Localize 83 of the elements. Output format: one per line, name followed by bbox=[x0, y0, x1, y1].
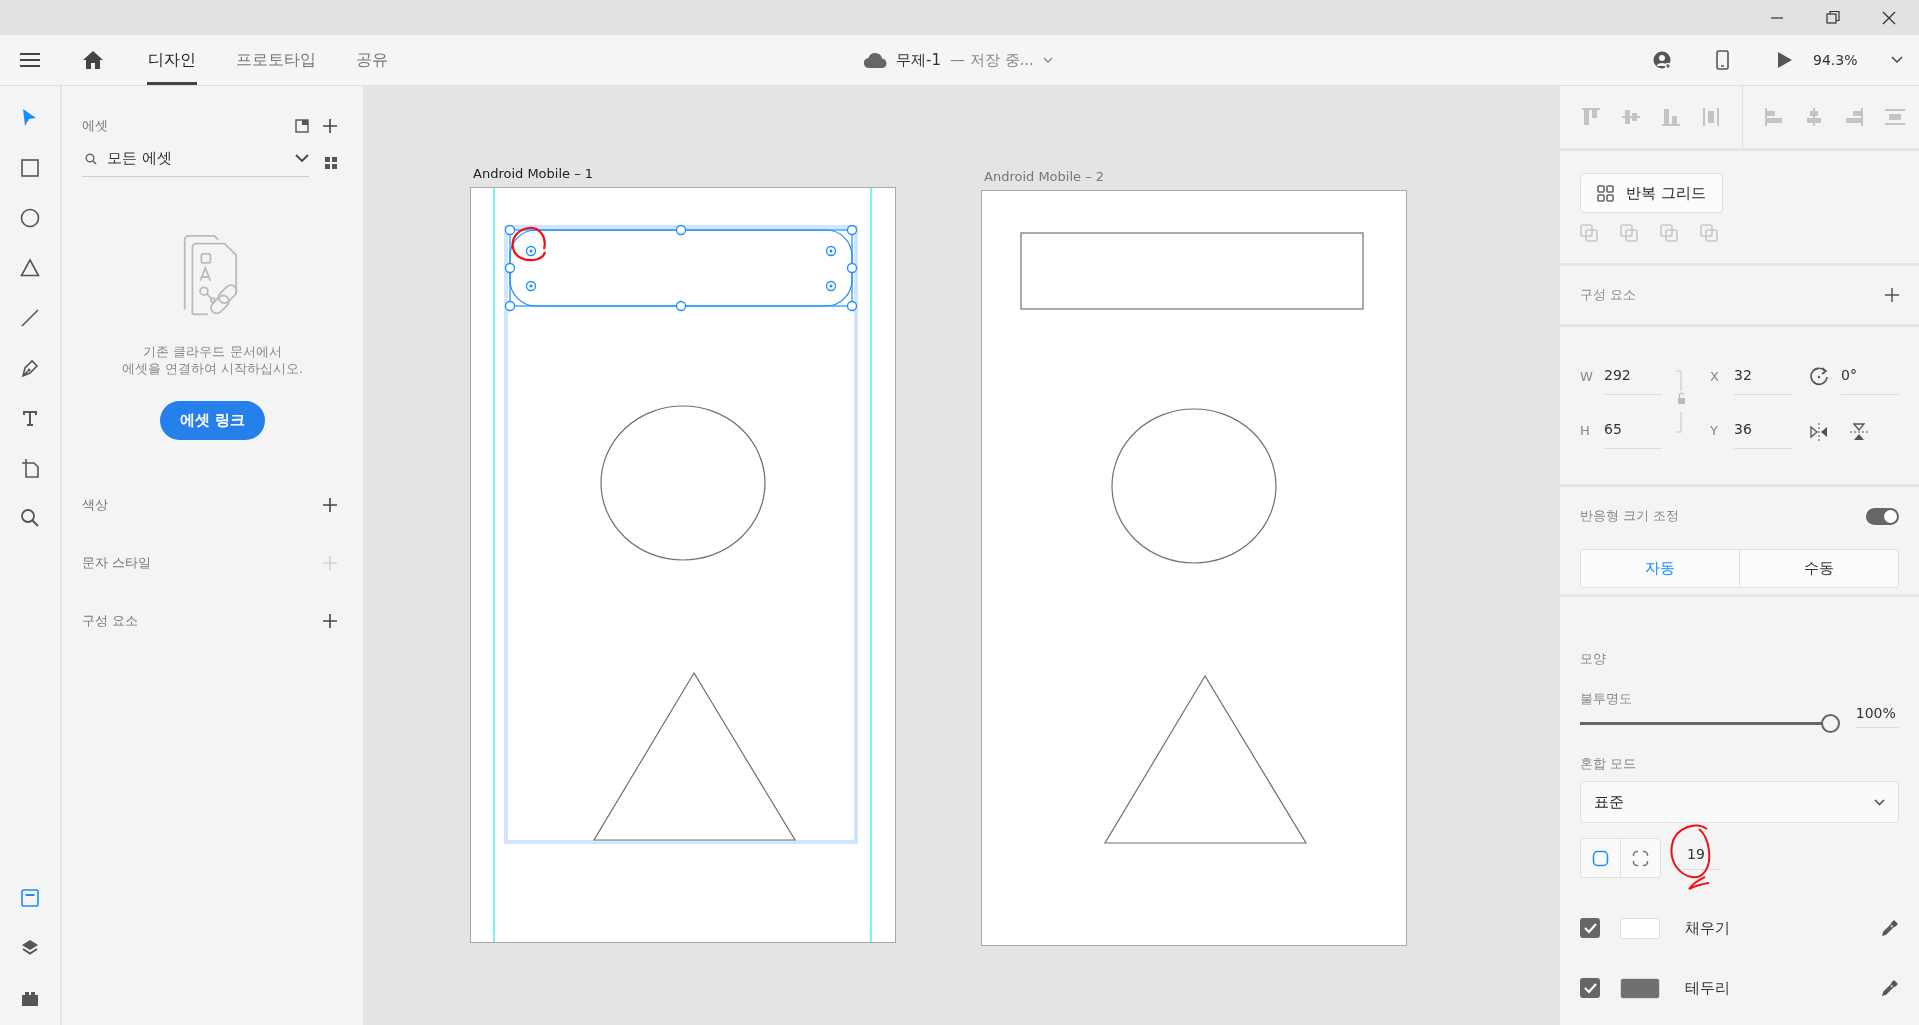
caret-icon[interactable] bbox=[1891, 56, 1903, 64]
close-icon[interactable] bbox=[1881, 9, 1897, 26]
search-icon bbox=[85, 152, 97, 165]
field-label: W bbox=[1580, 368, 1592, 384]
panel-icon[interactable] bbox=[20, 888, 40, 908]
check-icon bbox=[1582, 921, 1598, 935]
color-swatch[interactable] bbox=[1620, 977, 1660, 999]
tab[interactable]: 프로토타입 bbox=[235, 35, 317, 85]
add-icon[interactable] bbox=[323, 119, 337, 133]
radius-handle bbox=[825, 245, 837, 257]
corners-icon bbox=[1632, 849, 1649, 867]
chevron-down-icon[interactable] bbox=[295, 154, 309, 163]
field-label: Y bbox=[1710, 422, 1719, 438]
artboard-title[interactable]: Android Mobile – 1 bbox=[473, 166, 896, 181]
document-title: 무제-1 bbox=[896, 50, 941, 70]
grid-view-icon[interactable] bbox=[325, 157, 337, 169]
search-icon[interactable] bbox=[20, 508, 40, 528]
pen-icon[interactable] bbox=[20, 358, 40, 378]
artboard-title[interactable]: Android Mobile – 2 bbox=[984, 169, 1407, 184]
zoom-level[interactable]: 94.3% bbox=[1813, 52, 1891, 68]
radius-handle bbox=[525, 245, 537, 257]
input-field[interactable]: 19 bbox=[1679, 838, 1719, 870]
phone-icon[interactable] bbox=[1716, 50, 1729, 70]
opacity-slider[interactable] bbox=[1580, 714, 1840, 733]
input-field[interactable]: 100% bbox=[1855, 705, 1899, 728]
field-label: 혼합 모드 bbox=[1580, 755, 1637, 773]
ellipse-icon[interactable] bbox=[20, 208, 40, 228]
input-field[interactable]: 65 bbox=[1604, 421, 1662, 449]
save-status: — 저장 중... bbox=[949, 50, 1034, 70]
menu-icon[interactable] bbox=[20, 52, 40, 68]
check-icon bbox=[1582, 981, 1598, 995]
section-label: 문자 스타일 bbox=[82, 554, 152, 572]
triangle-icon[interactable] bbox=[20, 258, 40, 278]
rectangle-icon[interactable] bbox=[20, 158, 40, 178]
add-icon[interactable] bbox=[323, 614, 337, 628]
field-label: H bbox=[1580, 422, 1591, 438]
checkbox[interactable] bbox=[1580, 918, 1600, 938]
eyedropper-icon[interactable] bbox=[1881, 919, 1899, 937]
open-window-icon[interactable] bbox=[295, 119, 309, 133]
slider-thumb[interactable] bbox=[1820, 714, 1840, 733]
field-label: 불투명도 bbox=[1580, 690, 1632, 708]
rounded-square-icon bbox=[1592, 849, 1609, 867]
empty-state-message: 기존 클라우드 문서에서 에셋을 연결하여 시작하십시오. bbox=[121, 343, 304, 377]
flip-horizontal-icon[interactable] bbox=[1810, 423, 1828, 441]
toggle-switch[interactable] bbox=[1866, 507, 1899, 525]
paint-label: 채우기 bbox=[1685, 918, 1731, 938]
panel-title: 에셋 bbox=[82, 117, 108, 135]
section-label: 구성 요소 bbox=[1580, 286, 1637, 304]
radius-handle bbox=[525, 280, 537, 292]
input-field[interactable]: 292 bbox=[1604, 367, 1662, 395]
link-assets-button[interactable]: 에셋 링크 bbox=[159, 401, 266, 440]
text-tool-icon[interactable] bbox=[20, 408, 40, 428]
restore-icon[interactable] bbox=[1825, 10, 1841, 25]
play-icon[interactable] bbox=[1777, 51, 1793, 69]
radius-handle bbox=[825, 280, 837, 292]
add-icon[interactable] bbox=[1885, 288, 1899, 302]
field-label: X bbox=[1710, 368, 1720, 384]
eyedropper-icon[interactable] bbox=[1881, 979, 1899, 997]
input-field[interactable]: 0° bbox=[1841, 367, 1899, 395]
flip-vertical-icon[interactable] bbox=[1850, 423, 1868, 441]
section-title: 모양 bbox=[1580, 650, 1606, 668]
color-swatch[interactable] bbox=[1620, 917, 1660, 939]
add-icon[interactable] bbox=[323, 498, 337, 512]
section-label: 구성 요소 bbox=[82, 612, 139, 630]
rotate-icon[interactable] bbox=[1810, 367, 1829, 386]
line-icon[interactable] bbox=[20, 308, 40, 328]
section-label: 반응형 크기 조정 bbox=[1580, 507, 1680, 525]
paint-label: 테두리 bbox=[1685, 978, 1731, 998]
cloud-icon bbox=[864, 51, 887, 69]
section-label: 색상 bbox=[82, 496, 108, 514]
chevron-down-icon bbox=[1874, 798, 1885, 806]
grid-icon bbox=[1597, 184, 1614, 202]
user-add-icon[interactable] bbox=[1653, 50, 1672, 70]
checkbox[interactable] bbox=[1580, 978, 1600, 998]
repeat-grid-button[interactable]: 반복 그리드 bbox=[1580, 173, 1723, 213]
segment-button[interactable]: 수동 bbox=[1739, 550, 1898, 587]
artboard-icon[interactable] bbox=[20, 458, 40, 478]
home-icon[interactable] bbox=[82, 50, 104, 70]
search-field[interactable]: 모든 에셋 bbox=[82, 149, 309, 177]
input-field[interactable]: 36 bbox=[1734, 421, 1792, 449]
tab[interactable]: 공유 bbox=[355, 35, 389, 85]
input-field[interactable]: 32 bbox=[1734, 367, 1792, 395]
blend-mode-dropdown[interactable]: 표준 bbox=[1580, 781, 1899, 823]
